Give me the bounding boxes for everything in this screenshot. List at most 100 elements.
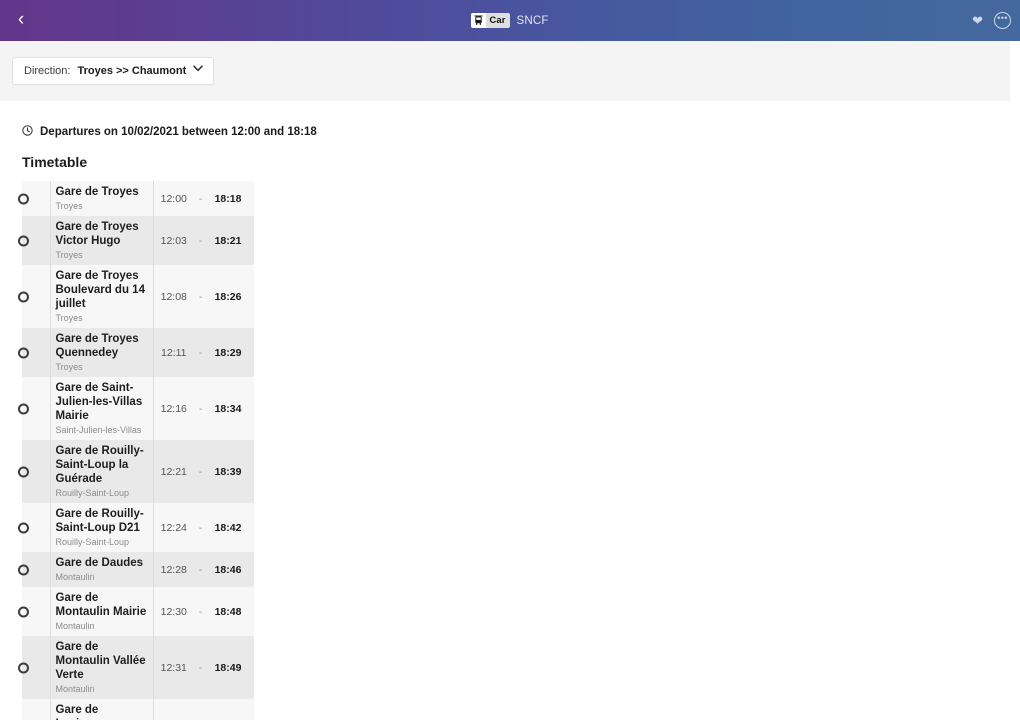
stop-name: Gare de Rouilly-Saint-Loup D21 <box>55 508 144 534</box>
stop-city: Montaulin <box>55 621 95 631</box>
transport-mode-label: Car <box>486 13 510 28</box>
stop-marker-cell <box>18 587 51 636</box>
stop-marker-cell <box>18 503 51 552</box>
stop-marker-cell <box>18 552 51 587</box>
last-departure: 18:21 <box>207 216 254 265</box>
stop-name: Gare de Troyes Boulevard du 14 juillet <box>55 270 145 310</box>
time-separator: - <box>193 587 208 636</box>
network-name: SNCF <box>516 14 549 27</box>
stop-cell: Gare de Montaulin Mairie Montaulin <box>50 587 154 636</box>
time-separator: - <box>193 636 208 699</box>
departures-text: Departures on 10/02/2021 between 12:00 a… <box>40 126 317 138</box>
stop-city: Rouilly-Saint-Loup <box>55 488 130 498</box>
stop-dot-icon <box>18 291 29 302</box>
stop-marker-cell <box>22 699 51 720</box>
stop-dot-icon <box>18 403 29 414</box>
last-departure: 18:34 <box>207 377 254 440</box>
stop-city: Montaulin <box>55 572 95 582</box>
stop-city: Troyes <box>55 362 83 372</box>
first-departure: 12:24 <box>153 503 194 552</box>
back-button[interactable]: ‹ <box>0 0 42 41</box>
departures-summary: Departures on 10/02/2021 between 12:00 a… <box>22 125 1020 139</box>
stop-city: Rouilly-Saint-Loup <box>55 537 130 547</box>
time-separator: - <box>193 216 208 265</box>
stop-dot-icon <box>18 347 29 358</box>
time-separator: - <box>193 181 208 216</box>
time-separator: - <box>193 552 208 587</box>
first-departure: 12:31 <box>153 636 194 699</box>
stop-cell: Gare de Saint-Julien-les-Villas Mairie S… <box>50 377 154 440</box>
table-row[interactable]: Gare de Daudes Montaulin 12:28 - 18:46 <box>18 552 254 587</box>
app-bar-actions: ❤ ••• <box>972 12 1011 29</box>
stop-city: Troyes <box>55 313 83 323</box>
page-title: Timetable <box>22 154 88 170</box>
stop-name: Gare de Saint-Julien-les-Villas Mairie <box>55 382 143 422</box>
first-departure: 12:03 <box>153 216 194 265</box>
stop-dot-icon <box>18 466 29 477</box>
stop-marker-cell <box>18 181 51 216</box>
bus-icon <box>471 13 487 28</box>
stop-name: Gare de Daudes <box>55 557 144 569</box>
stop-city: Montaulin <box>55 684 95 694</box>
table-row[interactable]: Gare de Lusigny-sur-Barse RN19 Lusigny-s… <box>22 699 254 720</box>
direction-select[interactable]: Direction: Troyes >> Chaumont <box>12 57 215 85</box>
table-row[interactable]: Gare de Troyes Victor Hugo Troyes 12:03 … <box>18 216 254 265</box>
last-departure: 18:49 <box>207 636 254 699</box>
stop-name: Gare de Troyes Quennedey <box>55 333 139 359</box>
table-row[interactable]: Gare de Rouilly-Saint-Loup D21 Rouilly-S… <box>18 503 254 552</box>
table-row[interactable]: Gare de Troyes Quennedey Troyes 12:11 - … <box>18 328 254 377</box>
stop-dot-icon <box>18 522 29 533</box>
time-separator: - <box>193 265 208 328</box>
main-content: Departures on 10/02/2021 between 12:00 a… <box>0 125 1020 720</box>
table-row[interactable]: Gare de Montaulin Vallée Verte Montaulin… <box>18 636 254 699</box>
heart-icon[interactable]: ❤ <box>972 14 983 27</box>
stop-cell: Gare de Montaulin Vallée Verte Montaulin <box>50 636 154 699</box>
stop-marker-cell <box>18 440 51 503</box>
stop-city: Saint-Julien-les-Villas <box>55 425 142 435</box>
first-departure: 12:16 <box>153 377 194 440</box>
stop-cell: Gare de Troyes Victor Hugo Troyes <box>50 216 154 265</box>
table-row[interactable]: Gare de Rouilly-Saint-Loup la Guérade Ro… <box>18 440 254 503</box>
first-departure: 12:11 <box>153 328 194 377</box>
stop-marker-cell <box>18 216 51 265</box>
stop-cell: Gare de Daudes Montaulin <box>50 552 154 587</box>
stop-dot-icon <box>18 235 29 246</box>
first-departure: 12:28 <box>153 552 194 587</box>
stop-cell: Gare de Troyes Boulevard du 14 juillet T… <box>50 265 154 328</box>
stop-name: Gare de Montaulin Vallée Verte <box>55 641 146 681</box>
stop-cell: Gare de Rouilly-Saint-Loup D21 Rouilly-S… <box>50 503 154 552</box>
last-departure: 18:26 <box>207 265 254 328</box>
app-bar: ‹ Car SNCF ❤ ••• <box>0 0 1020 41</box>
last-departure: 18:48 <box>207 587 254 636</box>
table-row[interactable]: Gare de Troyes Troyes 12:00 - 18:18 <box>18 181 254 216</box>
first-departure: 12:30 <box>153 587 194 636</box>
stop-marker-cell <box>18 265 51 328</box>
stop-name: Gare de Rouilly-Saint-Loup la Guérade <box>55 445 144 485</box>
toolbar: Direction: Troyes >> Chaumont <box>0 41 1010 101</box>
stop-cell: Gare de Troyes Quennedey Troyes <box>50 328 154 377</box>
last-departure: 18:42 <box>207 503 254 552</box>
last-departure: 18:46 <box>207 552 254 587</box>
first-departure: 12:35 <box>153 699 194 720</box>
table-row[interactable]: Gare de Montaulin Mairie Montaulin 12:30… <box>18 587 254 636</box>
table-row[interactable]: Gare de Troyes Boulevard du 14 juillet T… <box>18 265 254 328</box>
direction-label: Direction: <box>24 65 71 77</box>
stop-dot-icon <box>18 564 29 575</box>
timetable-body: Gare de Troyes Troyes 12:00 - 18:18 Gare… <box>18 181 254 720</box>
table-row[interactable]: Gare de Saint-Julien-les-Villas Mairie S… <box>18 377 254 440</box>
time-separator: - <box>193 503 208 552</box>
last-departure: 18:39 <box>207 440 254 503</box>
first-departure: 12:00 <box>153 181 194 216</box>
timetable: Gare de Troyes Troyes 12:00 - 18:18 Gare… <box>18 181 254 720</box>
stop-city: Troyes <box>55 250 83 260</box>
time-separator: - <box>193 440 208 503</box>
time-separator: - <box>193 377 208 440</box>
last-departure: 18:29 <box>207 328 254 377</box>
chevron-down-icon <box>193 65 204 77</box>
first-departure: 12:08 <box>153 265 194 328</box>
stop-dot-icon <box>18 193 29 204</box>
transport-mode-badge[interactable]: Car <box>471 13 510 28</box>
more-options-icon[interactable]: ••• <box>994 12 1011 29</box>
stop-marker-cell <box>18 377 51 440</box>
stop-name: Gare de Troyes <box>55 186 139 198</box>
